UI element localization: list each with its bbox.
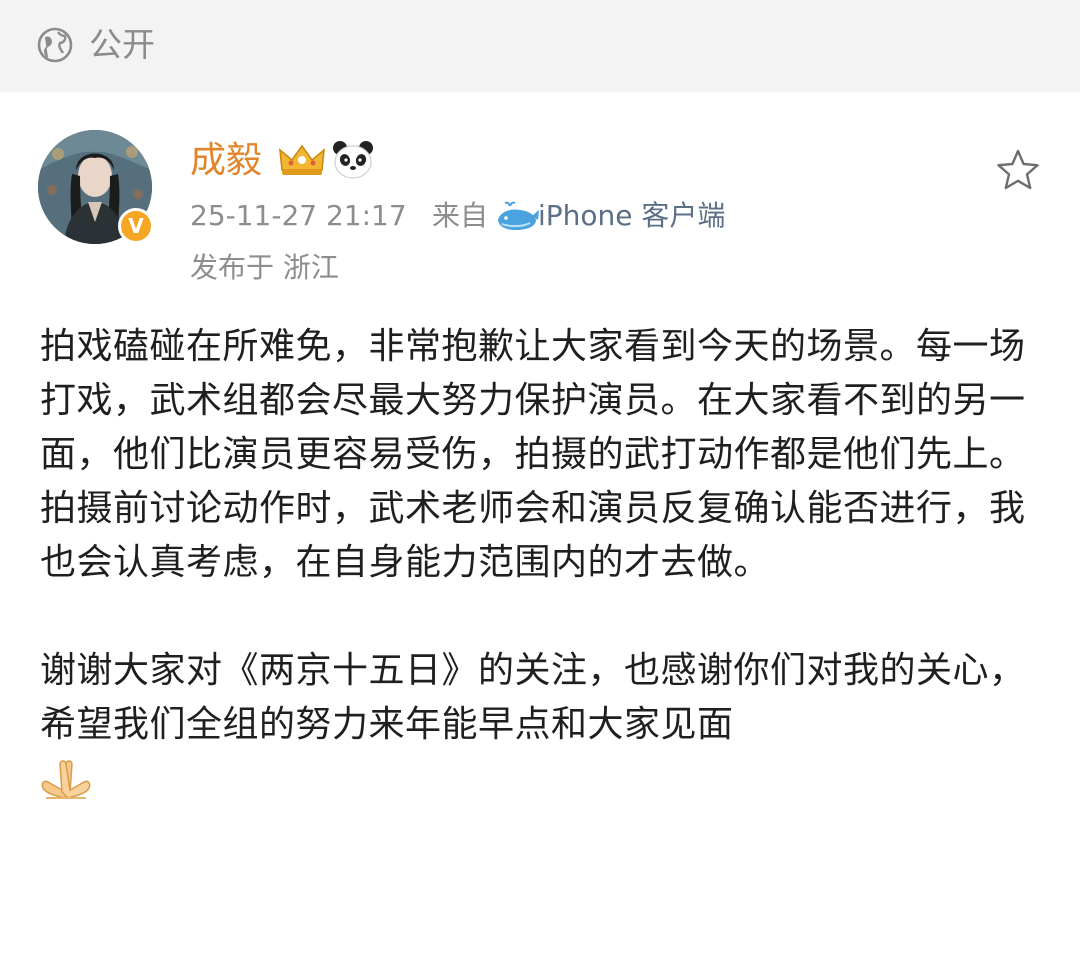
visibility-bar: 公开 [0, 0, 1080, 92]
star-icon[interactable] [996, 148, 1040, 192]
source-app-link[interactable]: iPhone 客户端 [538, 196, 725, 236]
post-body: 拍戏磕碰在所难免，非常抱歉让大家看到今天的场景。每一场打戏，武术组都会尽最大努力… [40, 320, 1040, 802]
weibo-post: V 成毅 25-11-27 21:17 来自 iPhone 客户端 发布于 浙江… [0, 92, 1080, 966]
verified-badge: V [118, 208, 154, 244]
post-location: 发布于 浙江 [190, 251, 339, 284]
source-prefix: 来自 [432, 199, 489, 232]
author-name[interactable]: 成毅 [190, 138, 262, 184]
post-timestamp: 25-11-27 21:17 [190, 199, 407, 232]
whale-icon [498, 201, 539, 230]
visibility-label: 公开 [89, 25, 155, 64]
globe-icon [37, 27, 73, 63]
post-paragraph: 谢谢大家对《两京十五日》的关注，也感谢你们对我的关心，希望我们全组的努力来年能早… [40, 650, 1026, 745]
post-paragraph: 拍戏磕碰在所难免，非常抱歉让大家看到今天的场景。每一场打戏，武术组都会尽最大努力… [40, 326, 1026, 583]
praying-hands-icon [41, 760, 91, 799]
panda-icon[interactable] [332, 140, 374, 180]
crown-icon[interactable] [278, 142, 326, 178]
